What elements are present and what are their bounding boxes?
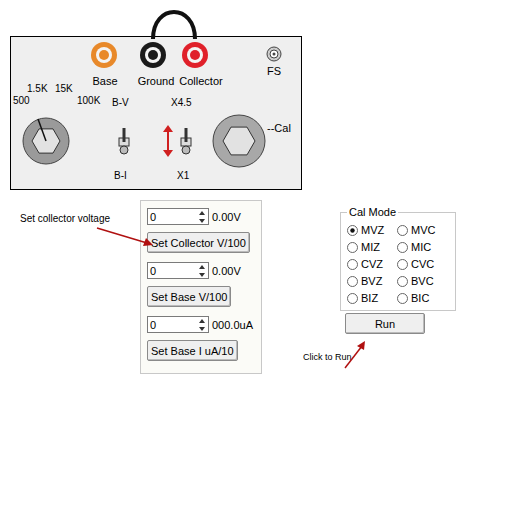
cal-mode-group: Cal Mode MVZ MVC MIZ MIC CVZ CVC BVZ BVC BIZ BIC [340,206,456,311]
pointer-arrow-icon [343,340,367,370]
reading: 000.0uA [212,319,253,331]
jack-icon[interactable] [90,41,118,69]
control-row: 0 0.00V Set Collector V/100 [147,208,255,253]
radio-icon[interactable] [347,259,358,270]
toggle-switch-icon[interactable] [116,126,132,156]
cal-knob-icon[interactable] [211,113,267,169]
spin-arrows-icon[interactable] [198,210,206,224]
radio-label: BVC [411,275,434,287]
fs-label: FS [267,65,281,77]
up-down-arrow-icon [162,125,174,157]
spin-input[interactable]: 0 [147,208,209,225]
set-button[interactable]: Set Base V/100 [147,286,231,307]
jack-label: Ground [126,75,186,87]
range-label: 15K [55,83,73,94]
cal-mode-title: Cal Mode [347,206,398,218]
reading: 0.00V [212,265,241,277]
jack-icon[interactable] [139,41,167,69]
spin-value: 0 [150,319,156,331]
pointer-arrow-icon [95,226,155,250]
radio-label: MIC [411,241,431,253]
radio-icon[interactable] [397,259,408,270]
toggle-switch-icon[interactable] [178,126,194,156]
spin-input[interactable]: 0 [147,262,209,279]
spin-row: 0 0.00V [147,208,241,225]
set-button[interactable]: Set Base I uA/10 [147,340,238,361]
spin-row: 0 000.0uA [147,316,253,333]
run-button[interactable]: Run [345,313,425,334]
annotation-text: Click to Run [303,352,458,362]
radio-option[interactable]: BVZ [347,275,397,287]
radio-option[interactable]: BIC [397,292,447,304]
spin-arrows-icon[interactable] [198,264,206,278]
jack-label: Base [75,75,135,87]
spin-input[interactable]: 0 [147,316,209,333]
radio-label: MVC [411,224,435,236]
cal-label: --Cal [267,122,291,134]
radio-icon[interactable] [347,293,358,304]
radio-label: BIZ [361,292,378,304]
fs-jack-icon[interactable] [266,46,282,62]
jack-label: Collector [171,75,231,87]
spin-value: 0 [150,265,156,277]
radio-option[interactable]: MVC [397,224,447,236]
spin-row: 0 0.00V [147,262,241,279]
control-row: 0 0.00V Set Base V/100 [147,262,255,307]
radio-option[interactable]: MVZ [347,224,397,236]
radio-option[interactable]: CVC [397,258,447,270]
mode-bottom-label: B-I [114,170,127,181]
radio-label: MVZ [361,224,384,236]
controls-panel: 0 0.00V Set Collector V/100 0 0.00V Set Base … [140,200,262,374]
radio-option[interactable]: BIZ [347,292,397,304]
annotation: Set collector voltage [0,200,140,226]
radio-grid: MVZ MVC MIZ MIC CVZ CVC BVZ BVC BIZ BIC [347,224,449,304]
radio-label: BIC [411,292,429,304]
radio-label: CVC [411,258,434,270]
spin-value: 0 [150,211,156,223]
radio-label: CVZ [361,258,383,270]
spin-arrows-icon[interactable] [198,318,206,332]
set-button[interactable]: Set Collector V/100 [147,232,250,253]
radio-option[interactable]: BVC [397,275,447,287]
radio-option[interactable]: MIZ [347,241,397,253]
radio-icon[interactable] [347,225,358,236]
cal-column: Cal Mode MVZ MVC MIZ MIC CVZ CVC BVZ BVC BIZ BIC Ru… [340,206,458,362]
radio-icon[interactable] [397,293,408,304]
control-row: 0 000.0uA Set Base I uA/10 [147,316,255,361]
radio-icon[interactable] [347,276,358,287]
radio-icon[interactable] [347,242,358,253]
radio-option[interactable]: CVZ [347,258,397,270]
radio-icon[interactable] [397,225,408,236]
jack-icon[interactable] [181,41,209,69]
range-label: 100K [77,95,100,106]
radio-icon[interactable] [397,276,408,287]
gain-top-label: X4.5 [171,97,192,108]
range-label: 1.5K [27,83,48,94]
mode-top-label: B-V [112,97,129,108]
wire-icon [141,5,211,45]
radio-option[interactable]: MIC [397,241,447,253]
tester-app: BaseGroundCollector FS 5001.5K 15K 100K B-V B-… [0,0,512,512]
radio-label: MIZ [361,241,380,253]
range-label: 500 [13,95,30,106]
range-knob-icon[interactable] [21,116,71,166]
radio-label: BVZ [361,275,382,287]
gain-bottom-label: X1 [177,170,189,181]
radio-icon[interactable] [397,242,408,253]
annotation-text: Set collector voltage [20,213,110,224]
reading: 0.00V [212,211,241,223]
device-panel: BaseGroundCollector FS 5001.5K 15K 100K B-V B-… [10,36,302,190]
control-area: Set collector voltage 0 0.00V Set Collector… [0,200,512,374]
